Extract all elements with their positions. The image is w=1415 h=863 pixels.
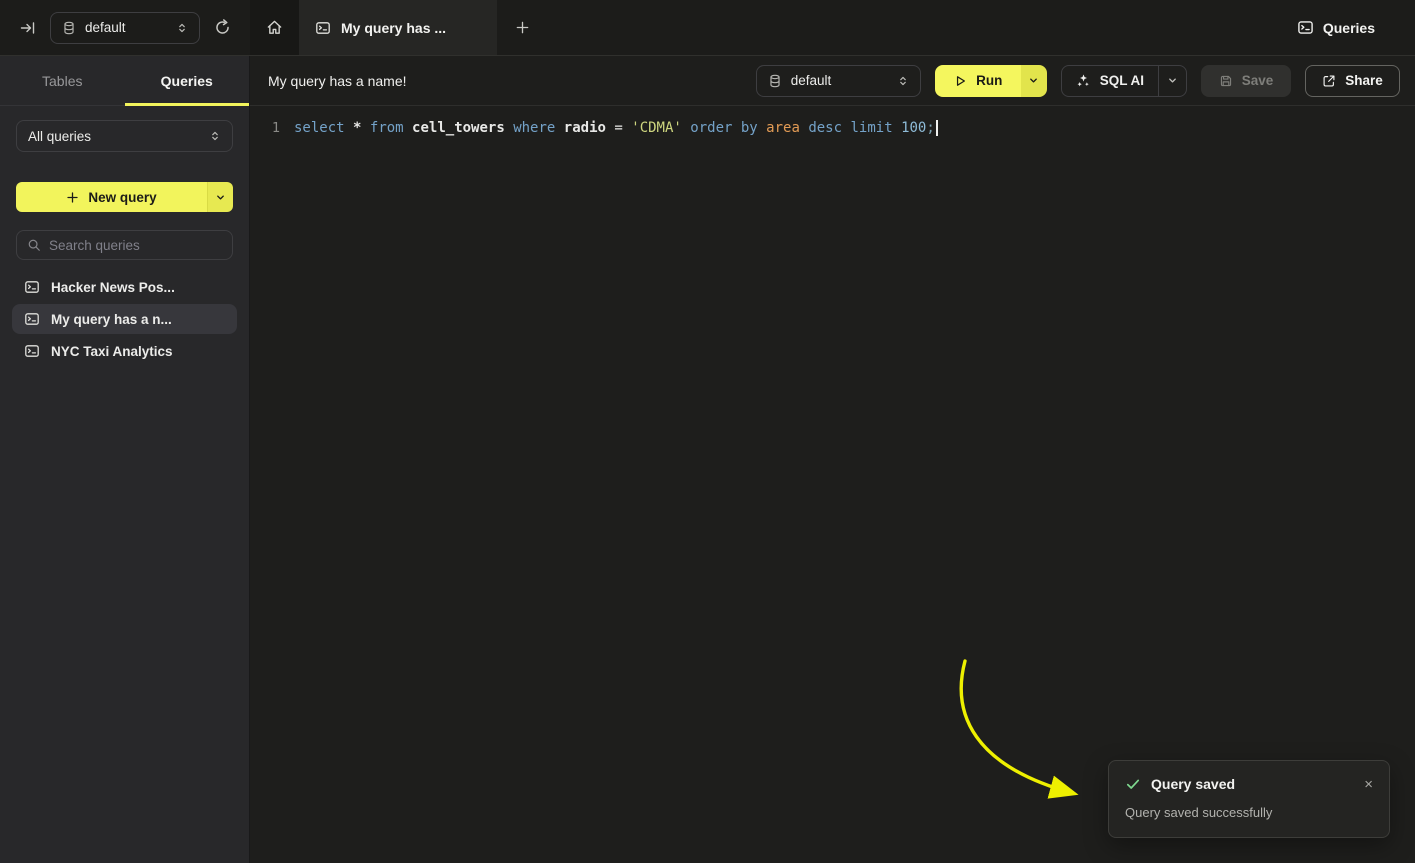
share-button[interactable]: Share [1305,65,1400,97]
database-selector[interactable]: default [50,12,200,44]
collapse-sidebar-button[interactable] [14,14,42,42]
tab-my-query[interactable]: My query has ... [299,0,497,55]
updown-chevron-icon [897,75,909,87]
query-tab-icon [315,20,331,36]
toolbar-database-selector[interactable]: default [756,65,921,97]
query-icon [24,279,40,295]
database-selector-value: default [85,20,167,35]
refresh-button[interactable] [208,14,236,42]
sql-editor[interactable]: 1 select * from cell_towers where radio … [250,106,1415,863]
database-icon [62,21,76,35]
query-list-item-hacker-news[interactable]: Hacker News Pos... [12,272,237,302]
sidebar-tab-tables-label: Tables [42,73,82,89]
updown-chevron-icon [209,130,221,142]
text-cursor [936,120,938,136]
query-list-item-nyc-taxi[interactable]: NYC Taxi Analytics [12,336,237,366]
updown-chevron-icon [176,22,188,34]
run-label: Run [976,73,1002,88]
plus-icon [515,20,530,35]
query-title: My query has a name! [268,73,407,89]
save-icon [1219,74,1233,88]
toast-header: Query saved × [1125,776,1373,792]
tab-label: My query has ... [341,20,446,36]
new-query-button[interactable]: New query [16,182,207,212]
chevron-down-icon [1167,75,1178,86]
main-panel: My query has a name! default [250,56,1415,863]
tab-strip: My query has ... [250,0,547,55]
run-button[interactable]: Run [935,65,1021,97]
new-query-split-button: New query [16,182,233,212]
sql-ai-dropdown-button[interactable] [1158,66,1186,96]
collapse-sidebar-icon [20,20,36,36]
query-filter-select[interactable]: All queries [16,120,233,152]
search-icon [27,238,41,252]
query-list: Hacker News Pos... My query has a n... [12,272,237,366]
sql-code: select * from cell_towers where radio = … [294,120,935,136]
topbar-spacer [547,0,1297,55]
app-root: default [0,0,1415,863]
checkmark-icon [1125,776,1141,792]
topbar: default [0,0,1415,56]
toolbar-database-value: default [791,73,888,88]
query-list-item-my-query[interactable]: My query has a n... [12,304,237,334]
sidebar-tab-queries-label: Queries [161,73,213,89]
play-icon [953,74,967,88]
sql-ai-label: SQL AI [1100,73,1144,88]
sql-ai-button[interactable]: SQL AI [1062,66,1158,96]
share-icon [1322,74,1336,88]
line-number: 1 [262,120,280,136]
search-queries-input[interactable] [49,238,222,253]
sidebar: Tables Queries All queries [0,56,250,863]
toast-title: Query saved [1151,776,1235,792]
new-tab-button[interactable] [497,0,547,55]
query-filter-value: All queries [28,129,91,144]
code-line: 1 select * from cell_towers where radio … [250,117,1415,139]
home-icon [266,19,283,36]
chevron-down-icon [215,192,226,203]
query-item-label: Hacker News Pos... [51,280,175,295]
sidebar-content: All queries New query [0,106,249,380]
new-query-label: New query [88,190,156,205]
save-button[interactable]: Save [1201,65,1291,97]
new-query-dropdown-button[interactable] [207,182,233,212]
toast-message: Query saved successfully [1125,805,1373,820]
plus-icon [66,191,79,204]
sidebar-tabs: Tables Queries [0,56,249,106]
share-label: Share [1345,73,1383,88]
sql-ai-split-button: SQL AI [1061,65,1187,97]
sidebar-tab-tables[interactable]: Tables [0,56,125,105]
toast-query-saved: Query saved × Query saved successfully [1108,760,1390,838]
query-icon [24,311,40,327]
run-split-button: Run [935,65,1047,97]
body: Tables Queries All queries [0,56,1415,863]
toast-close-button[interactable]: × [1364,777,1373,792]
sidebar-tab-queries[interactable]: Queries [125,56,250,105]
query-item-label: NYC Taxi Analytics [51,344,173,359]
chevron-down-icon [1028,75,1039,86]
refresh-icon [214,19,231,36]
home-button[interactable] [250,0,299,55]
query-item-label: My query has a n... [51,312,172,327]
search-box [16,230,233,260]
queries-icon [1297,19,1314,36]
run-dropdown-button[interactable] [1021,65,1047,97]
database-icon [768,74,782,88]
query-icon [24,343,40,359]
sparkles-icon [1076,73,1091,88]
save-label: Save [1242,73,1274,88]
topbar-left: default [0,0,250,55]
editor-toolbar: My query has a name! default [250,56,1415,106]
queries-indicator[interactable]: Queries [1297,0,1415,55]
queries-label: Queries [1323,20,1375,36]
